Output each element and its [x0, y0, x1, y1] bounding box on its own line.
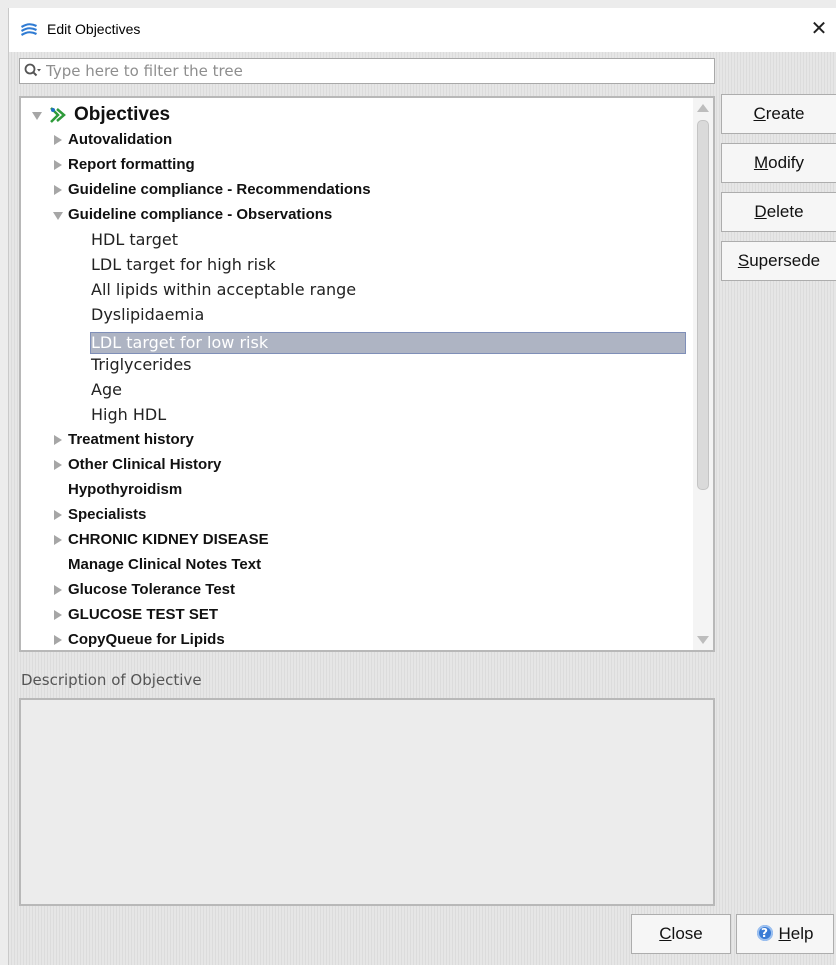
create-button[interactable]: Create	[721, 94, 836, 134]
window-title: Edit Objectives	[47, 21, 141, 37]
collapsed-arrow-icon[interactable]	[54, 435, 62, 445]
help-icon: ?	[756, 924, 773, 941]
title-bar: Edit Objectives ✕	[9, 8, 836, 52]
collapsed-arrow-icon[interactable]	[54, 585, 62, 595]
description-field[interactable]	[19, 698, 715, 906]
tree-leaf-age[interactable]: Age	[91, 378, 122, 402]
tree-leaf-high-hdl[interactable]: High HDL	[91, 403, 166, 427]
help-button[interactable]: ? Help	[736, 914, 834, 954]
search-dropdown-icon[interactable]	[24, 63, 42, 79]
tree-leaf-hdl-target[interactable]: HDL target	[91, 228, 178, 252]
collapsed-arrow-icon[interactable]	[54, 510, 62, 520]
collapsed-arrow-icon[interactable]	[54, 160, 62, 170]
tree-leaf-ldl-low-risk-selected[interactable]: LDL target for low risk	[90, 332, 686, 354]
collapsed-arrow-icon[interactable]	[54, 185, 62, 195]
tree-vertical-scrollbar[interactable]	[693, 98, 713, 650]
layers-logo-icon	[21, 23, 37, 36]
edit-objectives-dialog: Edit Objectives ✕ Objectives Autovalidat…	[8, 8, 836, 965]
tree-leaf-dyslipidaemia[interactable]: Dyslipidaemia	[91, 303, 204, 327]
collapsed-arrow-icon[interactable]	[54, 610, 62, 620]
collapsed-arrow-icon[interactable]	[54, 135, 62, 145]
supersede-button[interactable]: Supersede	[721, 241, 836, 281]
filter-input[interactable]	[46, 59, 706, 83]
objectives-tree-icon	[50, 107, 66, 123]
expanded-arrow-icon[interactable]	[32, 112, 42, 120]
tree-leaf-all-lipids[interactable]: All lipids within acceptable range	[91, 278, 356, 302]
expanded-arrow-icon[interactable]	[53, 212, 63, 220]
tree-leaf-triglycerides[interactable]: Triglycerides	[91, 353, 192, 377]
close-button[interactable]: Close	[631, 914, 731, 954]
modify-button[interactable]: Modify	[721, 143, 836, 183]
tree-root-label: Objectives	[74, 104, 171, 125]
scrollbar-thumb[interactable]	[697, 120, 709, 490]
delete-button[interactable]: Delete	[721, 192, 836, 232]
collapsed-arrow-icon[interactable]	[54, 535, 62, 545]
close-window-icon[interactable]: ✕	[807, 17, 831, 41]
collapsed-arrow-icon[interactable]	[54, 635, 62, 645]
description-label: Description of Objective	[21, 671, 202, 689]
objectives-tree[interactable]: Objectives Autovalidation Report formatt…	[19, 96, 715, 652]
collapsed-arrow-icon[interactable]	[54, 460, 62, 470]
scroll-up-arrow-icon[interactable]	[697, 104, 709, 112]
tree-leaf-ldl-high-risk[interactable]: LDL target for high risk	[91, 253, 276, 277]
scroll-down-arrow-icon[interactable]	[697, 636, 709, 644]
tree-filter[interactable]	[19, 58, 715, 84]
